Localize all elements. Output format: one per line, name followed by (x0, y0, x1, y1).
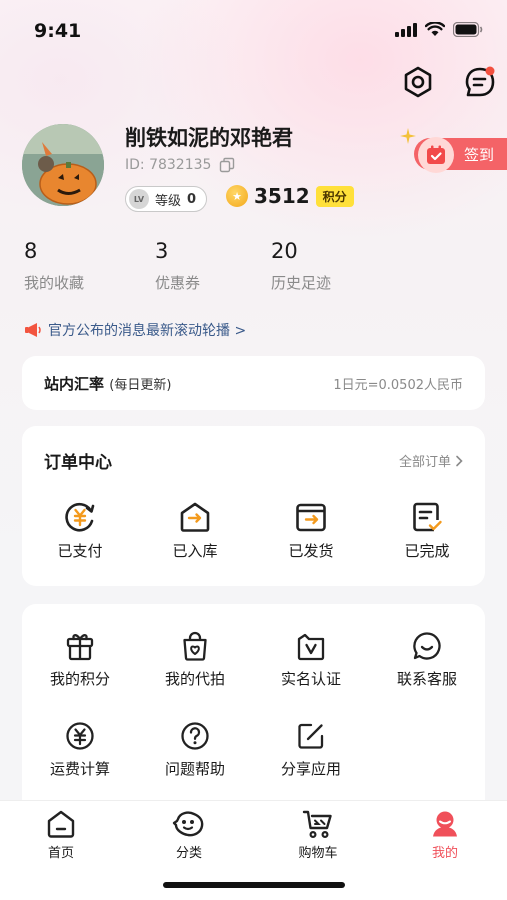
order-label: 已支付 (57, 542, 103, 560)
tool-help[interactable]: 问题帮助 (140, 720, 250, 779)
nav-category[interactable]: 分类 (149, 809, 229, 861)
checkin-icon-wrap (418, 137, 454, 173)
level-icon: LV (129, 189, 149, 209)
stat-label: 我的收藏 (24, 274, 85, 292)
tool-my-proxy-bid[interactable]: 我的代拍 (140, 630, 250, 689)
paid-icon (65, 502, 95, 532)
gift-icon (66, 634, 94, 661)
stat-coupons[interactable]: 3 优惠券 (155, 239, 200, 293)
order-paid[interactable]: 已支付 (25, 500, 135, 561)
signal-icon (395, 22, 417, 37)
status-time: 9:41 (34, 20, 82, 42)
exchange-rate-title-wrap: 站内汇率 (每日更新) (44, 373, 171, 394)
tool-label: 联系客服 (396, 670, 457, 688)
battery-icon (453, 22, 483, 37)
shipped-icon (296, 503, 326, 532)
nav-label: 我的 (431, 846, 458, 861)
exchange-rate-value: 1日元=0.0502人民币 (333, 377, 463, 393)
nav-label: 分类 (175, 846, 202, 861)
level-label: 等级 (155, 193, 182, 209)
order-center-title: 订单中心 (44, 453, 112, 473)
exchange-rate-title: 站内汇率 (44, 374, 105, 393)
tool-label: 我的积分 (49, 670, 110, 688)
completed-icon (413, 502, 442, 532)
order-completed[interactable]: 已完成 (372, 500, 482, 561)
verify-icon (297, 633, 325, 661)
tool-customer-service[interactable]: 联系客服 (372, 630, 482, 689)
wifi-icon (425, 22, 445, 36)
chat-icon (413, 632, 441, 660)
stat-label: 优惠券 (155, 274, 201, 292)
tool-label: 分享应用 (280, 760, 341, 778)
nav-label: 首页 (47, 846, 74, 861)
bottom-nav: 首页 分类 购物车 我的 (0, 800, 507, 900)
tool-label: 运费计算 (49, 760, 110, 778)
avatar[interactable] (22, 124, 104, 206)
home-icon (47, 810, 75, 838)
order-center-card: 订单中心 全部订单 已支付 已入库 已发货 已完成 (22, 426, 485, 586)
settings-button[interactable] (398, 62, 438, 102)
avatar-image (22, 124, 104, 206)
nav-home[interactable]: 首页 (21, 809, 101, 861)
tool-my-points[interactable]: 我的积分 (25, 630, 135, 689)
points-tag: 积分 (315, 185, 354, 207)
order-warehoused[interactable]: 已入库 (140, 500, 250, 561)
username: 削铁如泥的邓艳君 (125, 126, 293, 150)
status-icons (395, 22, 483, 37)
points-value: 3512 (254, 184, 310, 208)
user-id: ID: 7832135 (125, 157, 212, 173)
stat-value: 8 (24, 239, 38, 263)
help-icon (181, 722, 209, 750)
tool-label: 实名认证 (280, 670, 341, 688)
notice-text: 官方公布的消息最新滚动轮播 > (48, 323, 247, 339)
notice-bar[interactable]: 官方公布的消息最新滚动轮播 > (24, 320, 246, 340)
warehouse-icon (180, 502, 210, 532)
all-orders-link[interactable]: 全部订单 (399, 451, 463, 470)
nav-cart[interactable]: 购物车 (278, 809, 358, 861)
shopping-bag-icon (183, 631, 207, 661)
stat-value: 3 (155, 239, 169, 263)
checkin-label: 签到 (464, 145, 495, 164)
tool-shipping-calc[interactable]: 运费计算 (25, 720, 135, 779)
megaphone-icon (25, 323, 41, 337)
copy-icon[interactable] (219, 157, 235, 173)
exchange-rate-subtitle: (每日更新) (109, 377, 172, 393)
all-orders-label: 全部订单 (398, 455, 451, 470)
stat-value: 20 (271, 239, 298, 263)
checkin-button[interactable]: 签到 (414, 137, 507, 173)
coin-icon: ★ (226, 185, 248, 207)
tool-label: 我的代拍 (164, 670, 225, 688)
stat-label: 历史足迹 (271, 274, 332, 292)
chevron-right-icon (456, 455, 463, 466)
category-icon (172, 811, 204, 837)
level-badge[interactable]: LV 等级 0 (125, 186, 208, 212)
user-id-row: ID: 7832135 (125, 157, 235, 173)
settings-icon (404, 66, 432, 98)
message-icon (465, 66, 495, 97)
home-indicator (163, 882, 345, 888)
cart-icon (302, 810, 332, 839)
level-value: 0 (187, 191, 197, 207)
exchange-rate-card[interactable]: 站内汇率 (每日更新) 1日元=0.0502人民币 (22, 356, 485, 410)
tool-verification[interactable]: 实名认证 (256, 630, 366, 689)
calendar-check-icon (427, 145, 445, 164)
messages-button[interactable] (460, 62, 500, 102)
nav-profile[interactable]: 我的 (405, 809, 485, 861)
order-label: 已完成 (404, 542, 450, 560)
tool-label: 问题帮助 (164, 760, 225, 778)
stat-history[interactable]: 20 历史足迹 (271, 239, 331, 293)
tools-card: 我的积分 我的代拍 实名认证 联系客服 运费计算 问题帮助 分享应用 (22, 604, 485, 824)
yen-icon (66, 722, 94, 750)
points-row[interactable]: ★ 3512 积分 (226, 184, 354, 208)
tool-share-app[interactable]: 分享应用 (256, 720, 366, 779)
nav-label: 购物车 (298, 846, 338, 861)
profile-icon (433, 811, 457, 837)
order-label: 已入库 (172, 542, 218, 560)
share-icon (298, 723, 324, 749)
order-shipped[interactable]: 已发货 (256, 500, 366, 561)
stat-favorites[interactable]: 8 我的收藏 (24, 239, 84, 293)
order-label: 已发货 (288, 542, 334, 560)
sparkle-icon (400, 128, 416, 144)
